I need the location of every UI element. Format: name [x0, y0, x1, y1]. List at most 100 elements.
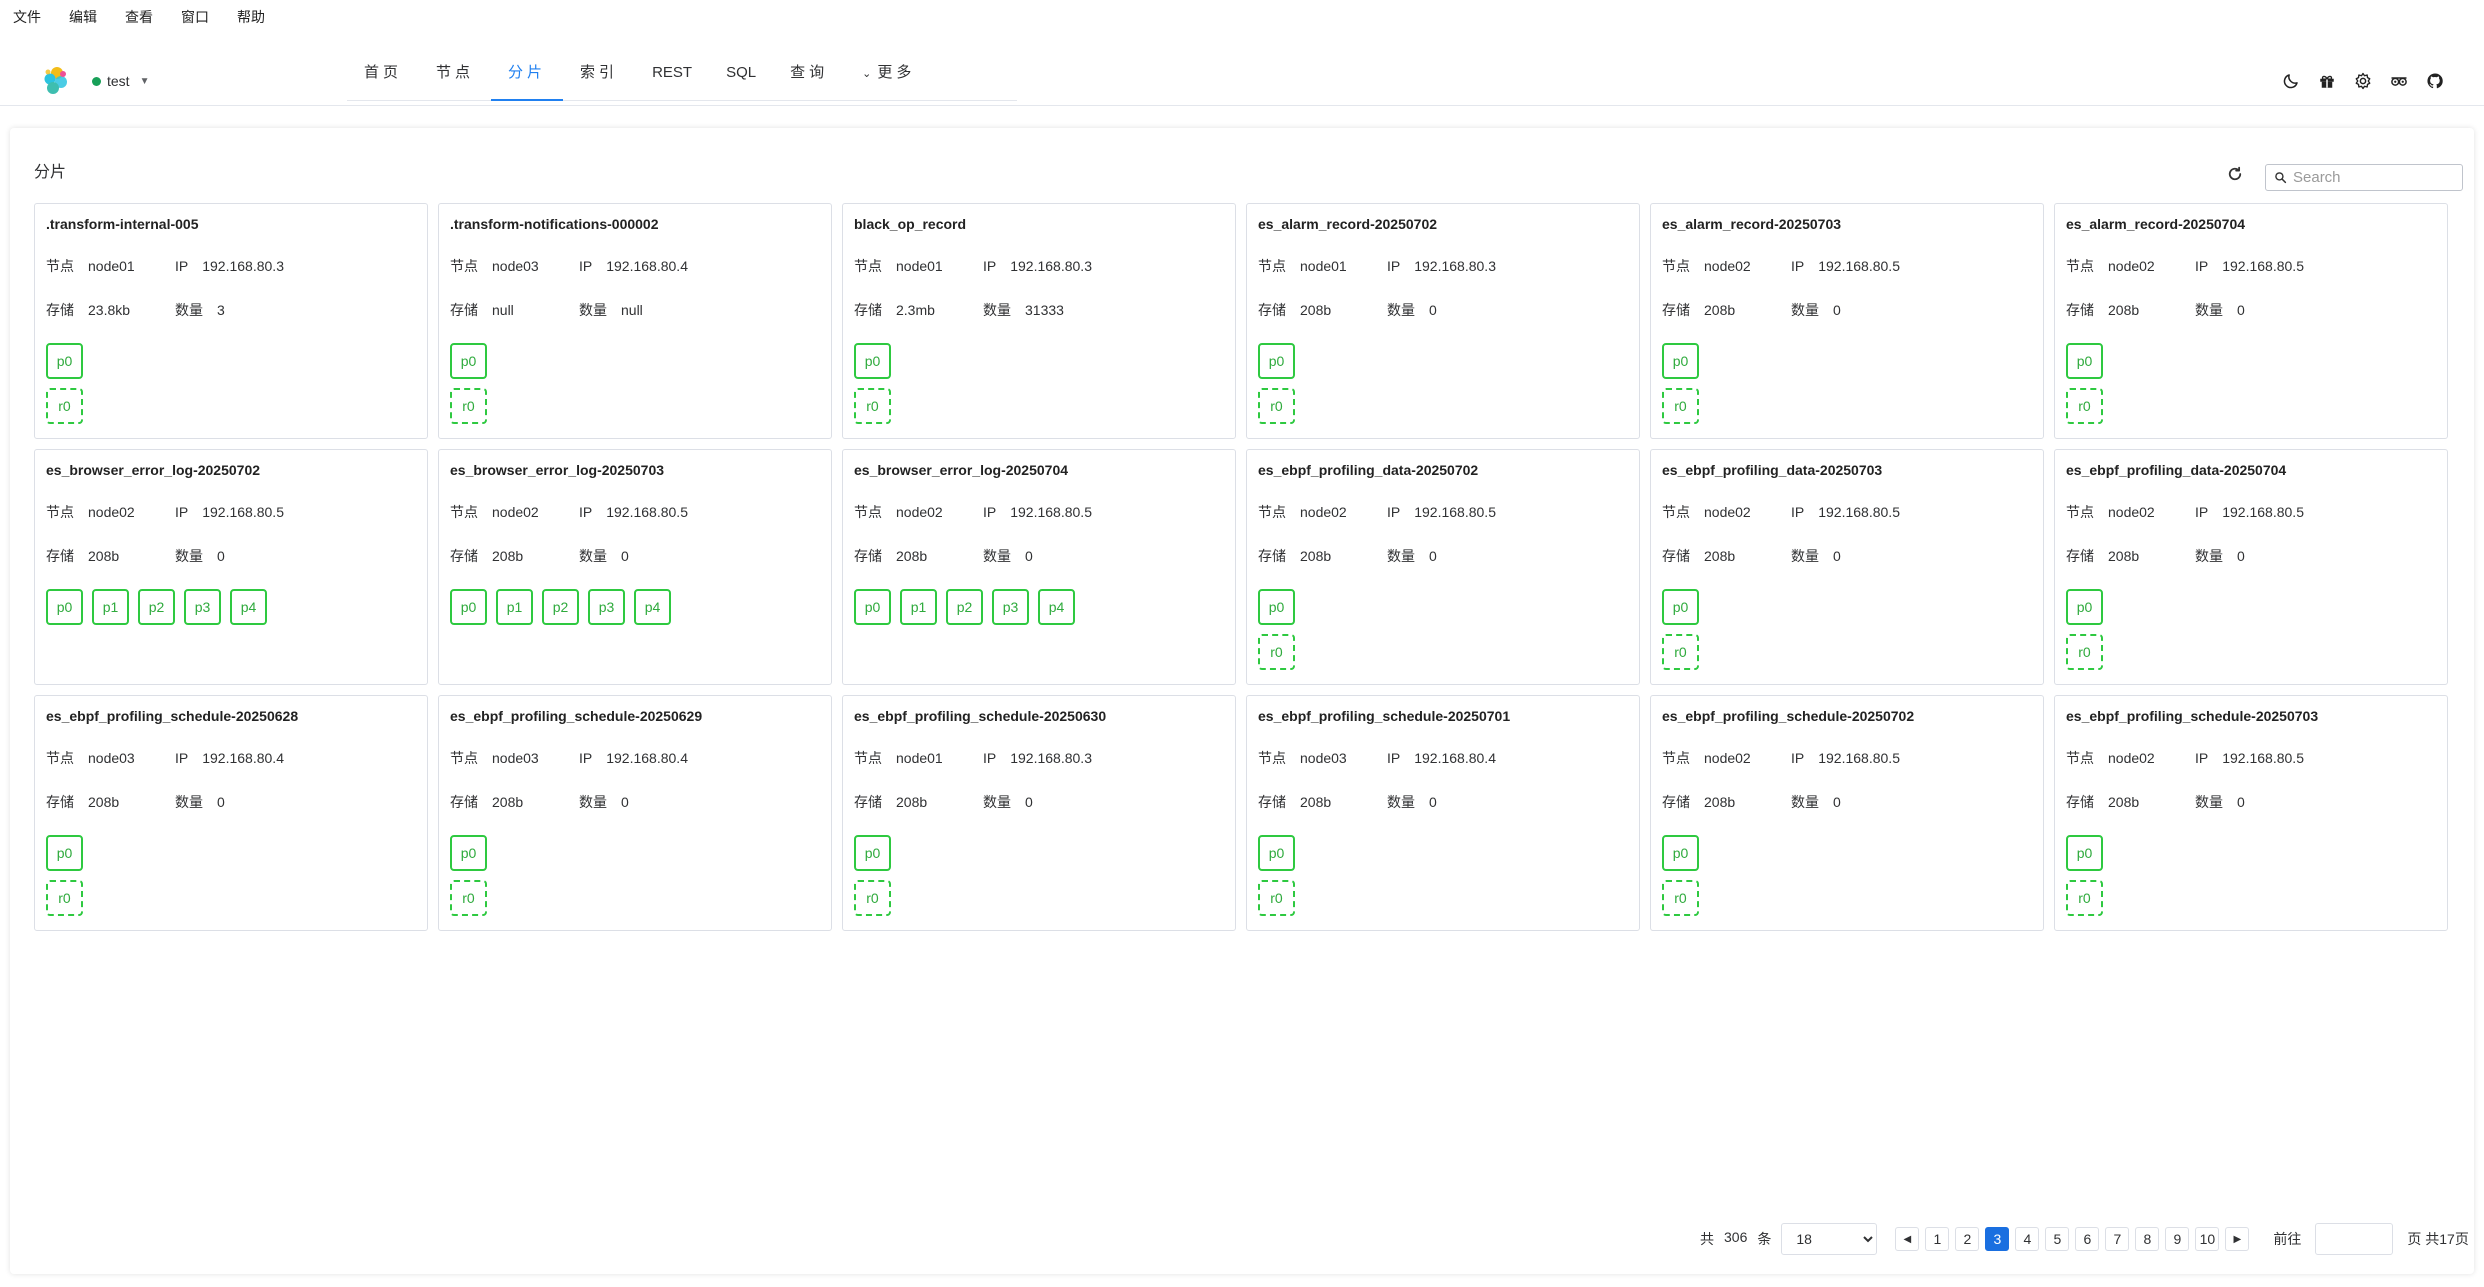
primary-shard-badge[interactable]: p0: [854, 589, 891, 625]
cluster-selector[interactable]: test ▼: [92, 73, 149, 89]
tab-1[interactable]: 节点: [419, 53, 491, 100]
page-size-select[interactable]: 18: [1781, 1223, 1878, 1255]
shard-card[interactable]: es_ebpf_profiling_schedule-20250703 节点 no…: [2054, 695, 2448, 931]
shard-card[interactable]: es_alarm_record-20250703 节点 node02 IP 192.…: [1650, 203, 2044, 439]
page-button[interactable]: 6: [2075, 1227, 2100, 1251]
shard-card[interactable]: es_ebpf_profiling_schedule-20250701 节点 no…: [1246, 695, 1640, 931]
primary-shard-badge[interactable]: p4: [230, 589, 267, 625]
shard-card[interactable]: es_alarm_record-20250702 节点 node01 IP 192.…: [1246, 203, 1640, 439]
page-button[interactable]: 9: [2165, 1227, 2190, 1251]
primary-shard-badge[interactable]: p0: [1258, 589, 1295, 625]
tab-7[interactable]: ⌄ 更多: [845, 53, 932, 100]
menu-item-2[interactable]: 查看: [125, 7, 153, 27]
primary-shard-badge[interactable]: p0: [46, 343, 83, 379]
shard-card[interactable]: es_ebpf_profiling_data-20250702 节点 node02…: [1246, 449, 1640, 685]
primary-shard-badge[interactable]: p0: [1662, 589, 1699, 625]
tab-2[interactable]: 分片: [491, 53, 564, 101]
primary-shard-badge[interactable]: p4: [634, 589, 671, 625]
shard-card[interactable]: es_browser_error_log-20250702 节点 node02 I…: [34, 449, 428, 685]
primary-shard-badge[interactable]: p3: [588, 589, 625, 625]
replica-shard-badge[interactable]: r0: [854, 388, 891, 424]
replica-shard-badge[interactable]: r0: [1662, 634, 1699, 670]
replica-shard-badge[interactable]: r0: [2066, 388, 2103, 424]
replica-shard-badge[interactable]: r0: [854, 880, 891, 916]
menu-item-3[interactable]: 窗口: [181, 7, 209, 27]
primary-shard-badge[interactable]: p0: [2066, 589, 2103, 625]
shard-card[interactable]: .transform-notifications-000002 节点 node03…: [438, 203, 832, 439]
replica-shard-badge[interactable]: r0: [1662, 880, 1699, 916]
prev-page-button[interactable]: ◀: [1895, 1227, 1920, 1251]
shard-card[interactable]: black_op_record 节点 node01 IP 192.168.80.3 …: [842, 203, 1236, 439]
primary-shard-badge[interactable]: p2: [946, 589, 983, 625]
primary-shard-badge[interactable]: p1: [496, 589, 533, 625]
tab-5[interactable]: SQL: [709, 53, 773, 100]
primary-shard-badge[interactable]: p0: [46, 589, 83, 625]
goto-page-input[interactable]: [2315, 1223, 2394, 1255]
menu-item-1[interactable]: 编辑: [69, 7, 97, 27]
gift-icon[interactable]: [2318, 72, 2336, 90]
primary-shard-badge[interactable]: p2: [542, 589, 579, 625]
shard-card[interactable]: es_ebpf_profiling_schedule-20250702 节点 no…: [1650, 695, 2044, 931]
primary-shard-badge[interactable]: p0: [854, 835, 891, 871]
tab-0[interactable]: 首页: [347, 53, 419, 100]
primary-shard-badge[interactable]: p0: [854, 343, 891, 379]
primary-shard-badge[interactable]: p1: [92, 589, 129, 625]
primary-shard-badge[interactable]: p3: [992, 589, 1029, 625]
primary-shard-badge[interactable]: p3: [184, 589, 221, 625]
replica-shard-badge[interactable]: r0: [450, 388, 487, 424]
page-button[interactable]: 10: [2195, 1227, 2220, 1251]
tab-4[interactable]: REST: [635, 53, 709, 100]
primary-shard-badge[interactable]: p0: [2066, 835, 2103, 871]
tripadvisor-icon[interactable]: [2390, 72, 2408, 90]
replica-shard-badge[interactable]: r0: [2066, 880, 2103, 916]
primary-shard-badge[interactable]: p0: [450, 835, 487, 871]
primary-shard-badge[interactable]: p0: [1662, 835, 1699, 871]
shard-card[interactable]: es_browser_error_log-20250704 节点 node02 I…: [842, 449, 1236, 685]
page-button[interactable]: 1: [1925, 1227, 1950, 1251]
primary-shard-badge[interactable]: p2: [138, 589, 175, 625]
tab-6[interactable]: 查询: [773, 53, 845, 100]
moon-icon[interactable]: [2282, 72, 2300, 90]
primary-shard-badge[interactable]: p0: [1662, 343, 1699, 379]
page-button[interactable]: 2: [1955, 1227, 1980, 1251]
page-button[interactable]: 8: [2135, 1227, 2160, 1251]
replica-shard-badge[interactable]: r0: [1258, 634, 1295, 670]
search-input[interactable]: [2293, 169, 2453, 186]
shard-card[interactable]: es_ebpf_profiling_data-20250704 节点 node02…: [2054, 449, 2448, 685]
replica-shard-badge[interactable]: r0: [1258, 880, 1295, 916]
menu-item-0[interactable]: 文件: [13, 7, 41, 27]
primary-shard-badge[interactable]: p1: [900, 589, 937, 625]
tab-3[interactable]: 索引: [563, 53, 635, 100]
page-button[interactable]: 5: [2045, 1227, 2070, 1251]
primary-shard-badge[interactable]: p0: [1258, 835, 1295, 871]
refresh-icon[interactable]: [2226, 165, 2244, 183]
shard-card[interactable]: es_browser_error_log-20250703 节点 node02 I…: [438, 449, 832, 685]
shard-card[interactable]: .transform-internal-005 节点 node01 IP 192.1…: [34, 203, 428, 439]
shard-card[interactable]: es_ebpf_profiling_schedule-20250628 节点 no…: [34, 695, 428, 931]
replica-shard-badge[interactable]: r0: [46, 880, 83, 916]
primary-shard-badge[interactable]: p0: [450, 343, 487, 379]
primary-shard-badge[interactable]: p4: [1038, 589, 1075, 625]
page-button[interactable]: 4: [2015, 1227, 2040, 1251]
search-box[interactable]: [2265, 164, 2463, 191]
shard-card[interactable]: es_ebpf_profiling_schedule-20250630 节点 no…: [842, 695, 1236, 931]
settings-icon[interactable]: [2354, 72, 2372, 90]
shard-card[interactable]: es_ebpf_profiling_data-20250703 节点 node02…: [1650, 449, 2044, 685]
github-icon[interactable]: [2426, 72, 2444, 90]
shard-card[interactable]: es_alarm_record-20250704 节点 node02 IP 192.…: [2054, 203, 2448, 439]
replica-shard-badge[interactable]: r0: [1662, 388, 1699, 424]
replica-shard-badge[interactable]: r0: [1258, 388, 1295, 424]
primary-shard-badge[interactable]: p0: [46, 835, 83, 871]
primary-shard-badge[interactable]: p0: [2066, 343, 2103, 379]
node-label: 节点: [450, 750, 478, 766]
replica-shard-badge[interactable]: r0: [46, 388, 83, 424]
primary-shard-badge[interactable]: p0: [450, 589, 487, 625]
page-button[interactable]: 3: [1985, 1227, 2010, 1251]
replica-shard-badge[interactable]: r0: [450, 880, 487, 916]
shard-card[interactable]: es_ebpf_profiling_schedule-20250629 节点 no…: [438, 695, 832, 931]
next-page-button[interactable]: ▶: [2225, 1227, 2250, 1251]
menu-item-4[interactable]: 帮助: [237, 7, 265, 27]
page-button[interactable]: 7: [2105, 1227, 2130, 1251]
primary-shard-badge[interactable]: p0: [1258, 343, 1295, 379]
replica-shard-badge[interactable]: r0: [2066, 634, 2103, 670]
